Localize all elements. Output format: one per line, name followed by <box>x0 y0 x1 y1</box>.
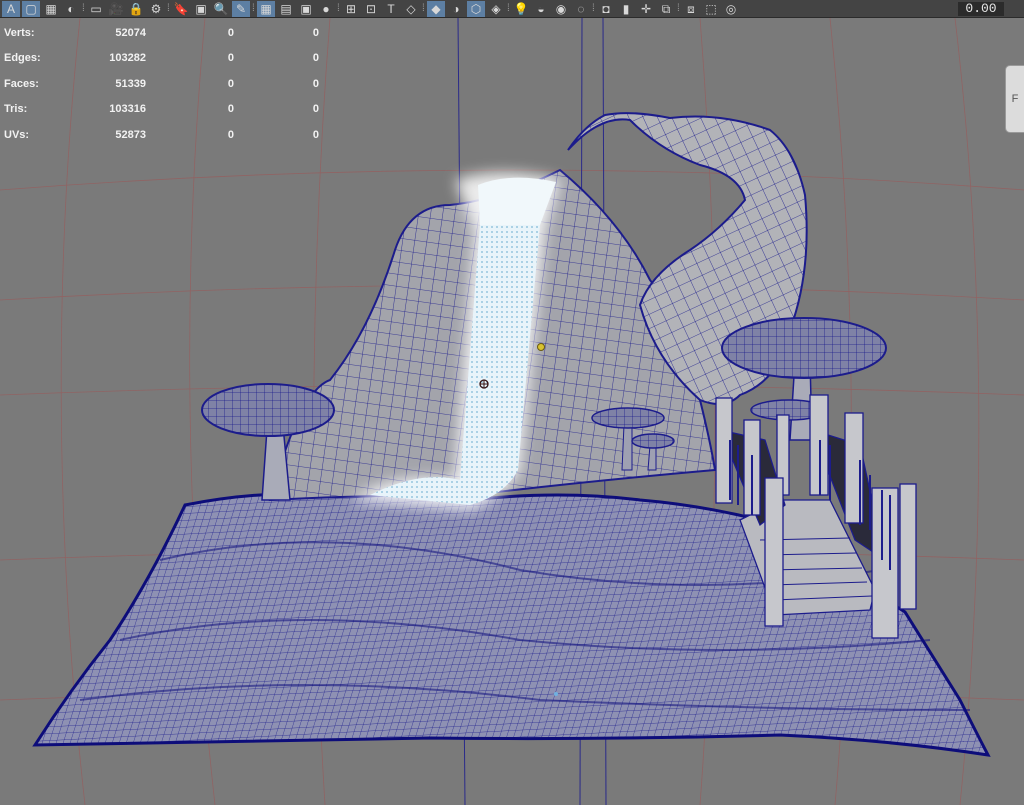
safe-title-icon[interactable]: T <box>382 1 400 17</box>
field-chart-icon[interactable]: ⊞ <box>342 1 360 17</box>
stat-row: Edges: 103282 0 0 <box>4 46 319 72</box>
pivot-marker-icon[interactable] <box>479 379 489 389</box>
xray-icon[interactable]: ✛ <box>637 1 655 17</box>
xray-components-icon[interactable]: ⧈ <box>682 1 700 17</box>
camera-icon[interactable]: 🎥 <box>107 1 125 17</box>
bookmark-icon[interactable]: 🔖 <box>172 1 190 17</box>
wireframe-on-shaded-icon[interactable]: ⬡ <box>467 0 485 17</box>
default-material-icon[interactable]: ◑ <box>447 1 465 17</box>
zoom-icon[interactable]: 🔍 <box>212 1 230 17</box>
grease-pencil-icon[interactable]: ✎ <box>232 0 250 17</box>
heads-up-poly-count: Verts: 52074 0 0 Edges: 103282 0 0 Faces: 51339 0 0… <box>4 20 319 148</box>
panel-layout-icon[interactable]: ▦ <box>42 1 60 17</box>
film-icon[interactable]: ▭ <box>87 1 105 17</box>
wireframe-icon[interactable]: ◇ <box>402 1 420 17</box>
gamma-icon[interactable]: ◎ <box>722 1 740 17</box>
viewport-toolbar: A ▢ ▦ ◐ ⁞ ▭ 🎥 🔒 ⚙ ⁞ 🔖 ▣ 🔍 ✎ ⁞ ▦ ▤ ▣ ● ⁞ ⊞ ⊡ T ◇ ⁞ ◆ ◑ ⬡ ◈ ⁞ 💡 ◒ ◉ ◌ ⁞ ◘ ▮ ✛ ⧉ ⁞… <box>0 0 1024 18</box>
select-camera-icon[interactable]: A <box>2 0 20 17</box>
film-gate-icon[interactable]: ▤ <box>277 1 295 17</box>
stat-label: Verts: <box>4 26 35 39</box>
stat-label: UVs: <box>4 128 30 141</box>
stat-value: 51339 <box>115 77 146 90</box>
stat-sel: 0 <box>227 52 234 65</box>
textured-icon[interactable]: ◈ <box>487 1 505 17</box>
backface-culling-icon[interactable]: ⬚ <box>702 1 720 17</box>
isolate-select-icon[interactable]: ▮ <box>617 1 635 17</box>
stat-uv: 0 <box>312 103 319 116</box>
stat-value: 52873 <box>115 128 146 141</box>
stat-uv: 0 <box>312 77 319 90</box>
toolbar-grip: ⁞ <box>592 2 595 14</box>
safe-action-icon[interactable]: ⊡ <box>362 1 380 17</box>
ground-terrain-mesh[interactable] <box>32 484 991 757</box>
toolbar-grip: ⁞ <box>167 2 170 14</box>
resolution-gate-icon[interactable]: ▣ <box>297 1 315 17</box>
view-cube[interactable]: F <box>1005 65 1024 133</box>
stat-row: Verts: 52074 0 0 <box>4 20 319 46</box>
stat-uv: 0 <box>312 128 319 141</box>
image-plane-icon[interactable]: ▣ <box>192 1 210 17</box>
toolbar-grip: ⁞ <box>422 2 425 14</box>
exposure-field[interactable] <box>958 2 1004 16</box>
motion-blur-icon[interactable]: ◌ <box>572 1 590 17</box>
gate-mask-icon[interactable]: ● <box>317 1 335 17</box>
smooth-shade-icon[interactable]: ◆ <box>427 0 445 17</box>
toolbar-grip: ⁞ <box>677 2 680 14</box>
stat-sel: 0 <box>227 26 234 39</box>
camera-attributes-icon[interactable]: ⚙ <box>147 1 165 17</box>
lock-camera-icon[interactable]: 🔒 <box>127 1 145 17</box>
stat-row: UVs: 52873 0 0 <box>4 122 319 148</box>
ui-element-icon[interactable]: ◐ <box>62 1 80 17</box>
grid-icon[interactable]: ▦ <box>257 0 275 17</box>
toolbar-grip: ⁞ <box>82 2 85 14</box>
ambient-occlusion-icon[interactable]: ◉ <box>552 1 570 17</box>
stat-label: Faces: <box>4 77 39 90</box>
stat-value: 103282 <box>109 52 146 65</box>
stat-label: Edges: <box>4 52 41 65</box>
viewport-layout-icon[interactable]: ▢ <box>22 0 40 17</box>
stat-uv: 0 <box>312 52 319 65</box>
anti-aliasing-icon[interactable]: ◘ <box>597 1 615 17</box>
stat-value: 52074 <box>115 26 146 39</box>
light-locator-icon[interactable] <box>537 343 545 351</box>
stat-row: Tris: 103316 0 0 <box>4 97 319 123</box>
stat-sel: 0 <box>227 77 234 90</box>
xray-joints-icon[interactable]: ⧉ <box>657 1 675 17</box>
stat-label: Tris: <box>4 103 28 116</box>
stat-sel: 0 <box>227 128 234 141</box>
lights-icon[interactable]: 💡 <box>512 1 530 17</box>
origin-point-icon[interactable] <box>554 692 558 696</box>
shadows-icon[interactable]: ◒ <box>532 1 550 17</box>
toolbar-grip: ⁞ <box>507 2 510 14</box>
stat-value: 103316 <box>109 103 146 116</box>
stat-sel: 0 <box>227 103 234 116</box>
toolbar-grip: ⁞ <box>337 2 340 14</box>
stat-row: Faces: 51339 0 0 <box>4 71 319 97</box>
stat-uv: 0 <box>312 26 319 39</box>
toolbar-grip: ⁞ <box>252 2 255 14</box>
